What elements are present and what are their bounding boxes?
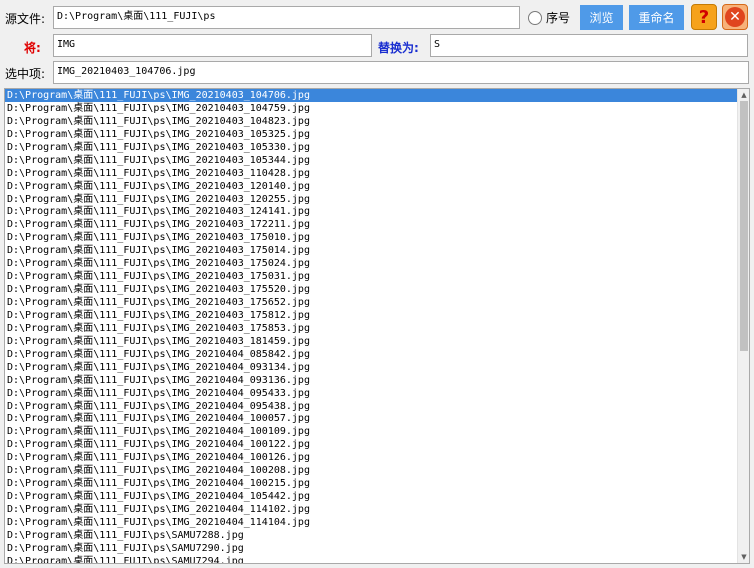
radio-circle-icon[interactable] <box>528 10 542 25</box>
list-item[interactable]: D:\Program\桌面\111_FUJI\ps\IMG_20210404_0… <box>5 387 737 400</box>
source-file-label: 源文件: <box>5 12 46 26</box>
list-item[interactable]: D:\Program\桌面\111_FUJI\ps\IMG_20210403_1… <box>5 322 737 335</box>
list-item[interactable]: D:\Program\桌面\111_FUJI\ps\IMG_20210404_1… <box>5 516 737 529</box>
list-item[interactable]: D:\Program\桌面\111_FUJI\ps\IMG_20210403_1… <box>5 154 737 167</box>
list-item[interactable]: D:\Program\桌面\111_FUJI\ps\IMG_20210403_1… <box>5 257 737 270</box>
vertical-scrollbar[interactable]: ▲ ▼ <box>737 89 749 563</box>
list-item[interactable]: D:\Program\桌面\111_FUJI\ps\IMG_20210404_1… <box>5 438 737 451</box>
file-list[interactable]: D:\Program\桌面\111_FUJI\ps\IMG_20210403_1… <box>4 88 750 564</box>
close-icon: ✕ <box>725 7 745 27</box>
replace-to-input[interactable]: S <box>430 34 748 57</box>
selected-item-label: 选中项: <box>5 67 46 81</box>
list-item[interactable]: D:\Program\桌面\111_FUJI\ps\IMG_20210404_1… <box>5 464 737 477</box>
scroll-down-icon[interactable]: ▼ <box>739 552 749 562</box>
replace-from-input[interactable]: IMG <box>53 34 372 57</box>
replace-from-label: 将: <box>24 41 41 55</box>
list-item[interactable]: D:\Program\桌面\111_FUJI\ps\IMG_20210404_0… <box>5 374 737 387</box>
list-item[interactable]: D:\Program\桌面\111_FUJI\ps\IMG_20210403_1… <box>5 335 737 348</box>
list-item[interactable]: D:\Program\桌面\111_FUJI\ps\IMG_20210403_1… <box>5 231 737 244</box>
rename-button[interactable]: 重命名 <box>629 5 684 30</box>
list-item[interactable]: D:\Program\桌面\111_FUJI\ps\IMG_20210403_1… <box>5 115 737 128</box>
list-item[interactable]: D:\Program\桌面\111_FUJI\ps\IMG_20210403_1… <box>5 309 737 322</box>
list-item[interactable]: D:\Program\桌面\111_FUJI\ps\IMG_20210403_1… <box>5 141 737 154</box>
serial-radio-label: 序号 <box>546 11 571 25</box>
list-item[interactable]: D:\Program\桌面\111_FUJI\ps\SAMU7290.jpg <box>5 542 737 555</box>
browse-button[interactable]: 浏览 <box>580 5 623 30</box>
list-item[interactable]: D:\Program\桌面\111_FUJI\ps\IMG_20210403_1… <box>5 180 737 193</box>
list-item[interactable]: D:\Program\桌面\111_FUJI\ps\IMG_20210403_1… <box>5 270 737 283</box>
source-path-input[interactable]: D:\Program\桌面\111_FUJI\ps <box>53 6 520 29</box>
list-item[interactable]: D:\Program\桌面\111_FUJI\ps\IMG_20210403_1… <box>5 205 737 218</box>
list-item[interactable]: D:\Program\桌面\111_FUJI\ps\IMG_20210403_1… <box>5 89 737 102</box>
replace-to-label: 替换为: <box>378 41 419 55</box>
scroll-up-icon[interactable]: ▲ <box>739 90 749 100</box>
list-item[interactable]: D:\Program\桌面\111_FUJI\ps\IMG_20210403_1… <box>5 218 737 231</box>
file-list-rows: D:\Program\桌面\111_FUJI\ps\IMG_20210403_1… <box>5 89 737 563</box>
list-item[interactable]: D:\Program\桌面\111_FUJI\ps\SAMU7288.jpg <box>5 529 737 542</box>
list-item[interactable]: D:\Program\桌面\111_FUJI\ps\IMG_20210403_1… <box>5 283 737 296</box>
list-item[interactable]: D:\Program\桌面\111_FUJI\ps\SAMU7294.jpg <box>5 555 737 563</box>
list-item[interactable]: D:\Program\桌面\111_FUJI\ps\IMG_20210403_1… <box>5 102 737 115</box>
list-item[interactable]: D:\Program\桌面\111_FUJI\ps\IMG_20210404_1… <box>5 412 737 425</box>
serial-radio-option[interactable]: 序号 <box>528 9 570 26</box>
list-item[interactable]: D:\Program\桌面\111_FUJI\ps\IMG_20210404_0… <box>5 361 737 374</box>
list-item[interactable]: D:\Program\桌面\111_FUJI\ps\IMG_20210404_0… <box>5 400 737 413</box>
list-item[interactable]: D:\Program\桌面\111_FUJI\ps\IMG_20210404_1… <box>5 503 737 516</box>
list-item[interactable]: D:\Program\桌面\111_FUJI\ps\IMG_20210404_1… <box>5 451 737 464</box>
list-item[interactable]: D:\Program\桌面\111_FUJI\ps\IMG_20210403_1… <box>5 128 737 141</box>
close-button[interactable]: ✕ <box>722 4 748 30</box>
scrollbar-thumb[interactable] <box>740 101 748 351</box>
list-item[interactable]: D:\Program\桌面\111_FUJI\ps\IMG_20210404_1… <box>5 425 737 438</box>
selected-item-field[interactable]: IMG_20210403_104706.jpg <box>53 61 749 84</box>
list-item[interactable]: D:\Program\桌面\111_FUJI\ps\IMG_20210404_1… <box>5 477 737 490</box>
list-item[interactable]: D:\Program\桌面\111_FUJI\ps\IMG_20210404_0… <box>5 348 737 361</box>
list-item[interactable]: D:\Program\桌面\111_FUJI\ps\IMG_20210403_1… <box>5 296 737 309</box>
list-item[interactable]: D:\Program\桌面\111_FUJI\ps\IMG_20210403_1… <box>5 244 737 257</box>
list-item[interactable]: D:\Program\桌面\111_FUJI\ps\IMG_20210403_1… <box>5 167 737 180</box>
list-item[interactable]: D:\Program\桌面\111_FUJI\ps\IMG_20210404_1… <box>5 490 737 503</box>
help-icon[interactable]: ? <box>691 4 717 30</box>
list-item[interactable]: D:\Program\桌面\111_FUJI\ps\IMG_20210403_1… <box>5 193 737 206</box>
